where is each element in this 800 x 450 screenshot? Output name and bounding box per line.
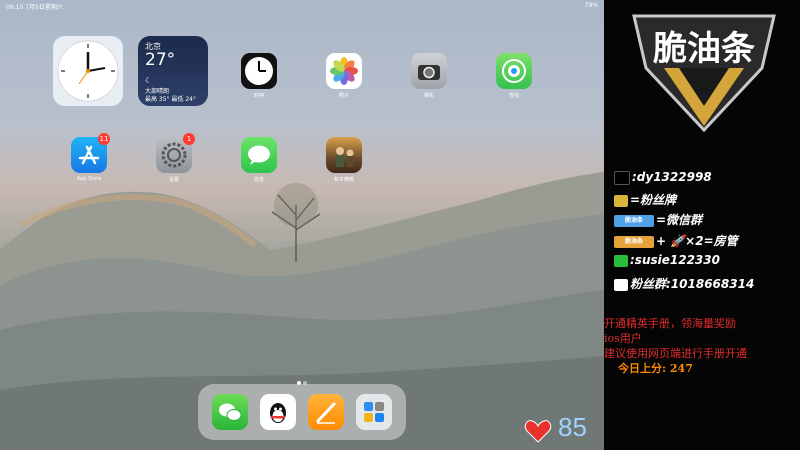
qq-group-row: 粉丝群:1018668314 <box>614 275 754 291</box>
app-camera[interactable]: 相机 <box>409 53 449 100</box>
game-icon <box>326 137 362 173</box>
messages-icon <box>241 137 277 173</box>
app-clock[interactable]: 时钟 <box>239 53 279 100</box>
app-photos[interactable]: 照片 <box>324 53 364 100</box>
weather-range: 最高 35° 最低 24° <box>145 96 196 103</box>
notification-badge: 1 <box>183 133 195 145</box>
ipad-home-screen: 09:15 7月5日星期六 79% 北京 27° ☾ 大部晴朗 最高 35° 最… <box>0 0 604 450</box>
app-library-icon[interactable] <box>356 394 392 430</box>
wechat-icon[interactable] <box>212 394 248 430</box>
fan-club-icon: 脆油条 <box>614 214 654 227</box>
tiktok-row: :dy1322998 <box>614 170 712 186</box>
today-score: 今日上分: 247 <box>618 362 693 375</box>
like-count: 85 <box>558 412 587 442</box>
wechat-icon <box>614 254 628 267</box>
tiktok-icon <box>614 170 630 185</box>
logo-text: 脆油条 <box>653 29 755 69</box>
app-settings[interactable]: 1 设置 <box>154 133 195 184</box>
status-time: 09:15 7月5日星期六 <box>6 4 63 11</box>
findmy-icon <box>496 53 532 89</box>
qq-icon[interactable] <box>260 394 296 430</box>
dock <box>198 384 406 440</box>
wechat-group-row: 脆油条 =微信群 <box>614 211 702 227</box>
weather-temp: 27° <box>145 50 176 70</box>
analog-clock-icon <box>57 40 119 102</box>
appstore-icon: 11 <box>71 133 110 173</box>
status-bar: 09:15 7月5日星期六 79% <box>0 0 604 12</box>
pages-icon[interactable] <box>308 394 344 430</box>
wechat-id-row: :susie122330 <box>614 253 720 269</box>
app-messages[interactable]: 信息 <box>239 137 279 184</box>
app-appstore[interactable]: 11 App Store <box>69 133 110 184</box>
clock-icon <box>241 53 277 89</box>
app-game[interactable]: 和平精英 <box>324 137 364 184</box>
moon-icon: ☾ <box>145 76 153 85</box>
rocket-icon: 脆油条 <box>614 235 654 248</box>
settings-icon: 1 <box>156 133 195 173</box>
qq-icon <box>614 278 628 291</box>
battery-indicator: 79% <box>584 2 598 9</box>
brand-logo-icon: 脆油条 <box>632 14 776 133</box>
room-admin-row: 脆油条 + 🚀×2=房管 <box>614 232 738 248</box>
camera-icon <box>411 53 447 89</box>
weather-widget[interactable]: 北京 27° ☾ 大部晴朗 最高 35° 最低 24° <box>138 36 208 106</box>
fan-badge-row: =粉丝牌 <box>614 191 676 207</box>
app-findmy[interactable]: 查找 <box>494 53 534 100</box>
stream-overlay-panel: 脆油条 :dy1322998 =粉丝牌 脆油条 =微信群 脆油条 + 🚀×2=房管 … <box>604 0 800 450</box>
fan-badge-icon <box>614 194 628 207</box>
notice-text: 开通精英手册，领海量奖励 ios用户 建议使用网页端进行手册开通 今日上分: 2… <box>604 316 800 376</box>
notification-badge: 11 <box>98 133 110 145</box>
heart-icon <box>524 420 552 443</box>
photos-icon <box>326 53 362 89</box>
clock-widget[interactable] <box>53 36 123 106</box>
